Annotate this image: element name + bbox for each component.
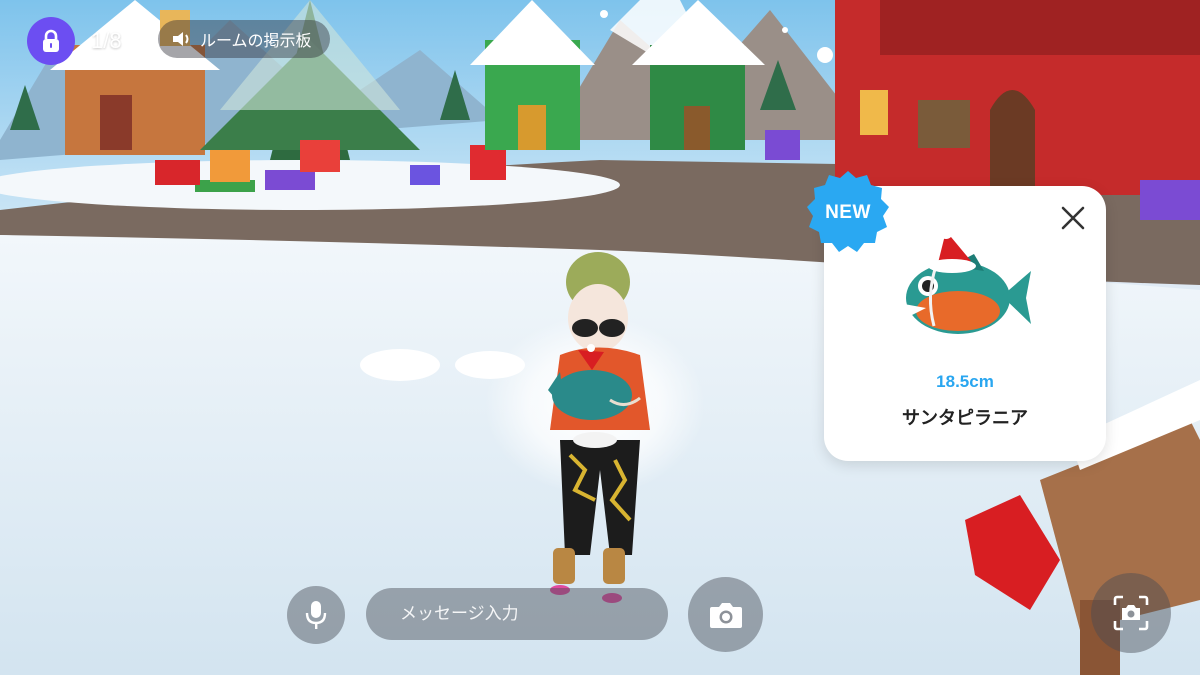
speaker-icon (173, 32, 189, 46)
new-badge-label: NEW (825, 202, 871, 223)
camera-icon (709, 602, 742, 628)
santa-piranha-image (904, 226, 1031, 334)
camera-button[interactable] (688, 577, 763, 652)
screenshot-button[interactable] (1091, 573, 1171, 653)
message-input[interactable] (366, 588, 668, 640)
new-badge: NEW (803, 168, 893, 258)
close-card-button[interactable] (1058, 203, 1088, 233)
top-hud: 1/8 (27, 17, 122, 65)
room-player-count: 1/8 (91, 28, 122, 53)
microphone-icon (305, 601, 327, 629)
close-icon (1061, 206, 1085, 230)
item-size: 18.5cm (936, 372, 994, 391)
room-board-label: ルームの掲示板 (200, 31, 312, 50)
lock-icon (43, 29, 59, 52)
room-lock-button[interactable] (27, 17, 75, 65)
microphone-button[interactable] (287, 586, 345, 644)
screenshot-icon (1113, 595, 1149, 631)
room-board-button[interactable]: ルームの掲示板 (158, 20, 330, 58)
item-name: サンタピラニア (902, 408, 1028, 429)
